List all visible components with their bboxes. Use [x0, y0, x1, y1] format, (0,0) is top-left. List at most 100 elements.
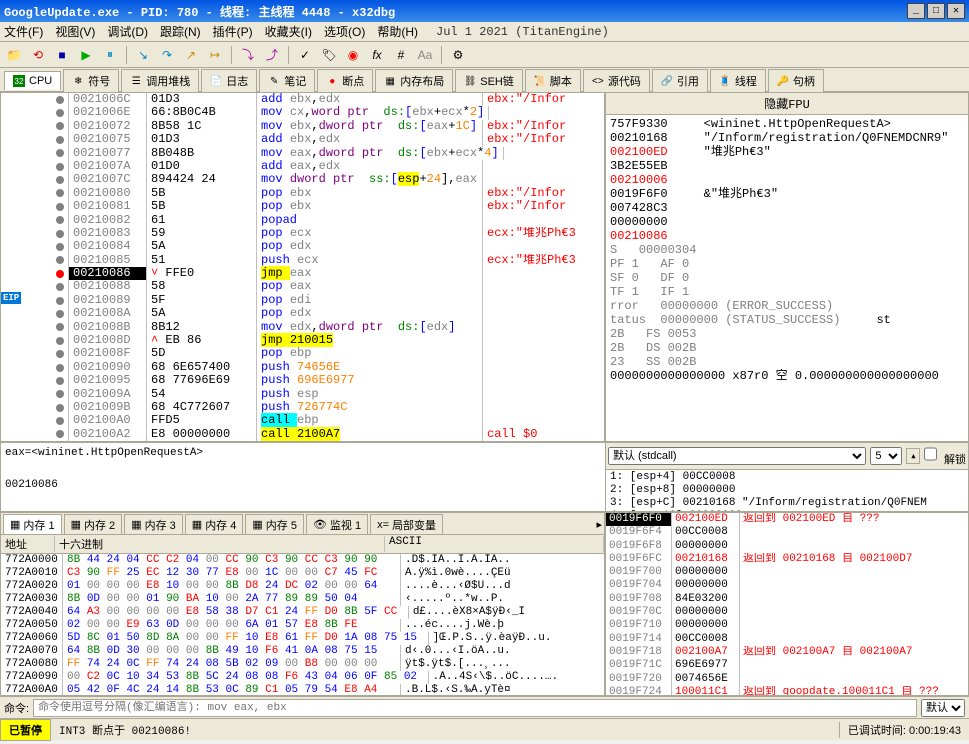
breakpoint-icon[interactable] [56, 109, 64, 117]
step-into-icon[interactable]: ↘ [133, 45, 153, 65]
run-icon[interactable]: ▶ [76, 45, 96, 65]
breakpoint-icon[interactable] [56, 283, 64, 291]
disasm-row[interactable]: 0021008858pop eax [1, 280, 604, 293]
stop-icon[interactable]: ■ [52, 45, 72, 65]
disasm-row[interactable]: 002100805Bpop ebxebx:"/Infor [1, 187, 604, 200]
disasm-row[interactable]: 0021007C894424 24mov dword ptr ss:[esp+2… [1, 173, 604, 186]
step-out-icon[interactable]: ↗ [181, 45, 201, 65]
stack-row[interactable]: 0019F6F400CC0008 [606, 526, 968, 539]
command-mode[interactable]: 默认 [921, 699, 965, 717]
tab-refs[interactable]: 🔗引用 [652, 69, 708, 92]
breakpoint-icon[interactable] [56, 149, 64, 157]
hex-row[interactable]: 772A005002 00 00 E9 63 0D 00 00 00 6A 01… [1, 619, 604, 632]
hex-row[interactable]: 772A007064 8B 0D 30 00 00 00 8B 49 10 F6… [1, 645, 604, 658]
tab-seh[interactable]: ⛓SEH链 [455, 69, 523, 92]
comment-icon[interactable]: 🏷 [319, 45, 339, 65]
disasm-row[interactable]: 0021008261popad [1, 214, 604, 227]
tab-mem3[interactable]: ▦内存 3 [124, 514, 183, 535]
menu-debug[interactable]: 调试(D) [107, 23, 148, 40]
trace-over-icon[interactable]: ⤴ [262, 45, 282, 65]
disasm-row[interactable]: 0021007A01D0add eax,edx [1, 160, 604, 173]
hex-row[interactable]: 772A00A005 42 0F 4C 24 14 8B 53 0C 89 C1… [1, 684, 604, 695]
stack-row[interactable]: 0019F70400000000 [606, 579, 968, 592]
stack-row[interactable]: 0019F6FC00210168返回到 00210168 自 002100D7 [606, 553, 968, 566]
tab-script[interactable]: 📜脚本 [525, 69, 581, 92]
breakpoint-icon[interactable] [56, 122, 64, 130]
breakpoint-icon[interactable] [56, 404, 64, 412]
tab-memmap[interactable]: ▦内存布局 [375, 69, 453, 92]
stack-row[interactable]: 0019F71C696E6977 [606, 659, 968, 672]
menu-view[interactable]: 视图(V) [55, 23, 95, 40]
breakpoint-icon[interactable] [56, 243, 64, 251]
open-icon[interactable]: 📁 [4, 45, 24, 65]
disasm-row[interactable]: 0021008D˄ EB 86jmp 210015 [1, 334, 604, 347]
stepper-icon[interactable]: ▴ [906, 448, 920, 464]
hex-row[interactable]: 772A002001 00 00 00 E8 10 00 00 8B D8 24… [1, 580, 604, 593]
disasm-row[interactable]: 0021009B68 4C772607push 726774C [1, 401, 604, 414]
disasm-row[interactable]: 0021006E66:8B0C4Bmov cx,word ptr ds:[ebx… [1, 106, 604, 119]
hex-row[interactable]: 772A0010C3 90 FF 25 EC 12 30 77 E8 00 1C… [1, 567, 604, 580]
convention-select[interactable]: 默认 (stdcall) [608, 447, 866, 465]
disasm-row[interactable]: 0021008F5Dpop ebp [1, 347, 604, 360]
bookmark-icon[interactable]: ◉ [343, 45, 363, 65]
breakpoint-icon[interactable] [56, 337, 64, 345]
breakpoint-icon[interactable] [56, 136, 64, 144]
tab-notes[interactable]: ✎笔记 [259, 69, 315, 92]
menu-favorites[interactable]: 收藏夹(I) [265, 23, 312, 40]
minimize-button[interactable]: _ [907, 3, 925, 19]
disassembly-view[interactable]: EIP 0021006C01D3add ebx,edxebx:"/Infor00… [0, 92, 605, 442]
menu-file[interactable]: 文件(F) [4, 23, 43, 40]
breakpoint-icon[interactable] [56, 310, 64, 318]
menu-options[interactable]: 选项(O) [324, 23, 365, 40]
tab-watch[interactable]: 👁监视 1 [306, 514, 368, 535]
disasm-row[interactable]: 002100895Fpop edi [1, 294, 604, 307]
disasm-row[interactable]: 0021007501D3add ebx,edxebx:"/Infor [1, 133, 604, 146]
disasm-row[interactable]: 0021008359pop ecxecx:"堆兆Ph€3 [1, 227, 604, 240]
breakpoint-icon[interactable] [56, 216, 64, 224]
disasm-row[interactable]: 0021008B8B12mov edx,dword ptr ds:[edx] [1, 321, 604, 334]
patch-icon[interactable]: ✓ [295, 45, 315, 65]
search-icon[interactable]: Aa [415, 45, 435, 65]
disasm-row[interactable]: 0021008A5Apop edx [1, 307, 604, 320]
stack-row[interactable]: 0019F724100011C1返回到 goopdate.100011C1 自 … [606, 686, 968, 696]
stack-row[interactable]: 0019F70C00000000 [606, 606, 968, 619]
tab-mem4[interactable]: ▦内存 4 [185, 514, 244, 535]
disasm-row[interactable]: 002100A2E8 00000000call 2100A7call $0 [1, 428, 604, 441]
hex-row[interactable]: 772A00308B 0D 00 00 01 90 BA 10 00 2A 77… [1, 593, 604, 606]
breakpoint-icon[interactable] [56, 189, 64, 197]
breakpoint-icon[interactable] [56, 390, 64, 398]
breakpoint-icon[interactable] [56, 297, 64, 305]
stack-view[interactable]: 0019F6F0002100ED返回到 002100ED 自 ???0019F6… [605, 512, 969, 696]
breakpoint-icon[interactable] [56, 96, 64, 104]
breakpoint-icon[interactable] [56, 364, 64, 372]
breakpoint-icon[interactable] [56, 230, 64, 238]
tab-mem5[interactable]: ▦内存 5 [245, 514, 304, 535]
disasm-row[interactable]: 0021008551push ecxecx:"堆兆Ph€3 [1, 254, 604, 267]
hex-row[interactable]: 772A00605D 8C 01 50 8D 8A 00 00 FF 10 E8… [1, 632, 604, 645]
disasm-row[interactable]: 002100815Bpop ebxebx:"/Infor [1, 200, 604, 213]
breakpoint-icon[interactable] [56, 163, 64, 171]
stack-row[interactable]: 0019F718002100A7返回到 002100A7 自 002100A7 [606, 646, 968, 659]
stack-row[interactable]: 0019F70000000000 [606, 566, 968, 579]
disasm-row[interactable]: 002100778B048Bmov eax,dword ptr ds:[ebx+… [1, 147, 604, 160]
disasm-row[interactable]: 002100728B58 1Cmov ebx,dword ptr ds:[eax… [1, 120, 604, 133]
breakpoint-icon[interactable] [56, 417, 64, 425]
disasm-row[interactable]: 00210086˅ FFE0jmp eax [1, 267, 604, 280]
disasm-row[interactable]: 0021009068 6E657400push 74656E [1, 361, 604, 374]
hex-row[interactable]: 772A009000 C2 0C 10 34 53 8B 5C 24 08 08… [1, 671, 604, 684]
disasm-row[interactable]: 0021009A54push esp [1, 388, 604, 401]
argument-list[interactable]: 1: [esp+4] 00CC00082: [esp+8] 000000003:… [606, 470, 968, 511]
breakpoint-icon[interactable] [56, 176, 64, 184]
breakpoint-icon[interactable] [56, 350, 64, 358]
disasm-row[interactable]: 0021006C01D3add ebx,edxebx:"/Infor [1, 93, 604, 106]
tabbar-scroll-icon[interactable]: ▸ [596, 518, 602, 531]
stack-row[interactable]: 0019F6F800000000 [606, 540, 968, 553]
tab-callstack[interactable]: ☰调用堆栈 [121, 69, 199, 92]
breakpoint-icon[interactable] [56, 323, 64, 331]
breakpoint-icon[interactable] [56, 430, 64, 438]
maximize-button[interactable]: □ [927, 3, 945, 19]
stack-row[interactable]: 0019F70884E03200 [606, 593, 968, 606]
hex-dump[interactable]: 772A00008B 44 24 04 CC C2 04 00 CC 90 C3… [1, 554, 604, 695]
pause-icon[interactable]: ⏸ [100, 45, 120, 65]
settings-icon[interactable]: ⚙ [448, 45, 468, 65]
